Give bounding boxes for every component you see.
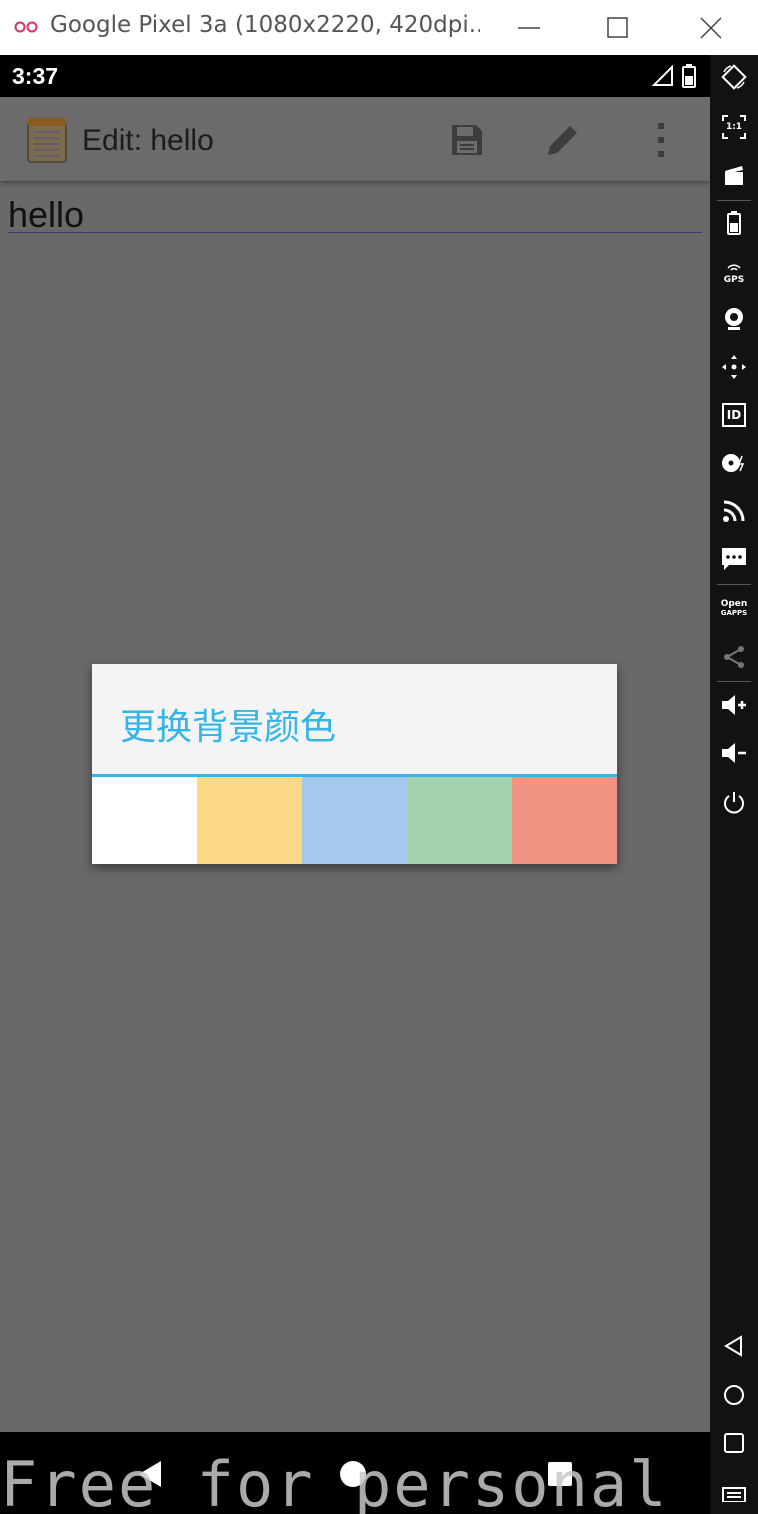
rotate-button[interactable] <box>718 61 750 93</box>
status-time: 3:37 <box>12 63 59 89</box>
network-button[interactable] <box>718 495 750 527</box>
capture-icon <box>725 166 743 185</box>
emulator-side-panel: 1:1 GPS ID Open GAPPS <box>710 55 758 1514</box>
rotate-icon <box>721 64 747 90</box>
dpad-button[interactable] <box>718 351 750 383</box>
minimize-icon <box>518 26 540 29</box>
minimize-button[interactable] <box>506 0 552 55</box>
capture-button[interactable] <box>718 159 750 191</box>
save-button[interactable] <box>446 119 488 161</box>
side-panel-separator <box>717 584 751 585</box>
dpad-icon <box>722 355 746 379</box>
close-icon <box>700 16 722 39</box>
disk-io-button[interactable] <box>718 447 750 479</box>
camera-icon <box>725 308 743 330</box>
sms-button[interactable] <box>718 543 750 575</box>
edit-button[interactable] <box>542 119 584 161</box>
signal-icon <box>652 65 673 86</box>
nav-recents-button[interactable] <box>540 1454 580 1494</box>
nav-home-button[interactable] <box>333 1454 373 1494</box>
color-swatch-white[interactable] <box>92 777 197 864</box>
open-gapps-label-2: GAPPS <box>720 609 748 617</box>
battery-icon <box>727 211 741 235</box>
pixel-perfect-icon: 1:1 <box>722 115 746 139</box>
back-icon <box>724 1335 742 1357</box>
note-editor[interactable]: hello <box>8 197 702 233</box>
network-icon <box>723 500 745 522</box>
volume-down-button[interactable] <box>718 737 750 769</box>
battery-button[interactable] <box>718 207 750 239</box>
device-id-label: ID <box>726 407 742 422</box>
disk-io-icon <box>722 454 745 472</box>
gps-button[interactable]: GPS <box>718 255 750 287</box>
edit-icon <box>548 126 577 155</box>
color-swatch-blue[interactable] <box>302 777 407 864</box>
back-icon <box>139 1461 161 1487</box>
sms-icon <box>722 548 746 570</box>
more-vert-icon <box>658 123 664 157</box>
volume-down-icon <box>722 743 746 763</box>
power-icon <box>724 792 744 814</box>
app-title: Edit: hello <box>82 124 214 157</box>
status-icons <box>652 64 696 88</box>
home-icon <box>724 1385 744 1405</box>
notepad-icon <box>26 116 68 164</box>
window-title: Google Pixel 3a (1080x2220, 420dpi... <box>50 12 480 38</box>
volume-up-icon <box>722 695 746 715</box>
open-gapps-icon: Open GAPPS <box>721 600 748 618</box>
app-bar: Edit: hello <box>0 97 710 181</box>
device-screen: 3:37 Edit: hello hello 更换背景颜色 <box>0 55 710 1514</box>
pixel-perfect-label: 1:1 <box>725 122 743 132</box>
dialog-title: 更换背景颜色 <box>120 707 337 748</box>
note-text: hello <box>8 194 85 235</box>
power-button[interactable] <box>718 787 750 819</box>
color-swatches <box>92 777 617 864</box>
gps-icon: GPS <box>720 258 748 285</box>
recents-icon <box>548 1462 572 1486</box>
open-gapps-label-1: Open <box>720 599 748 609</box>
device-id-icon: ID <box>722 403 746 427</box>
color-swatch-red[interactable] <box>512 777 617 864</box>
navigation-bar <box>0 1432 710 1514</box>
side-back-button[interactable] <box>718 1330 750 1362</box>
side-panel-separator <box>717 681 751 682</box>
side-home-button[interactable] <box>718 1379 750 1411</box>
background-color-dialog: 更换背景颜色 <box>92 664 617 864</box>
color-swatch-green[interactable] <box>407 777 512 864</box>
gps-label: GPS <box>723 274 745 285</box>
side-panel-separator <box>717 200 751 201</box>
battery-icon <box>682 64 696 88</box>
more-button[interactable] <box>640 119 682 161</box>
pixel-perfect-button[interactable]: 1:1 <box>718 111 750 143</box>
share-button[interactable] <box>718 641 750 673</box>
color-swatch-yellow[interactable] <box>197 777 302 864</box>
open-gapps-button[interactable]: Open GAPPS <box>718 593 750 625</box>
maximize-button[interactable] <box>595 0 641 55</box>
share-icon <box>724 646 744 668</box>
volume-up-button[interactable] <box>718 689 750 721</box>
camera-button[interactable] <box>718 303 750 335</box>
close-button[interactable] <box>688 0 734 55</box>
save-icon <box>452 125 482 155</box>
maximize-icon <box>607 16 628 38</box>
side-menu-button[interactable] <box>718 1475 750 1507</box>
status-bar: 3:37 <box>0 55 710 97</box>
device-id-button[interactable]: ID <box>718 399 750 431</box>
side-recents-button[interactable] <box>718 1427 750 1459</box>
home-icon <box>340 1461 366 1487</box>
window-titlebar: Google Pixel 3a (1080x2220, 420dpi... <box>0 0 758 55</box>
genymotion-logo-icon <box>14 18 42 36</box>
nav-back-button[interactable] <box>130 1454 170 1494</box>
menu-icon <box>722 1487 746 1502</box>
recents-icon <box>724 1433 744 1453</box>
